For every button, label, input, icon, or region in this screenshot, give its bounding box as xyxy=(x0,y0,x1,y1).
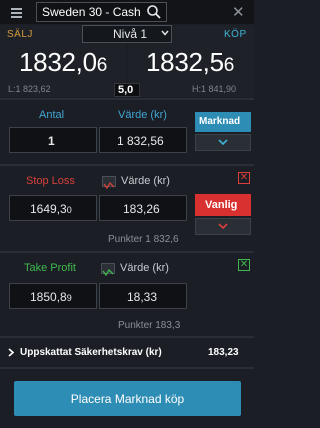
sell-price: 1832,06 xyxy=(19,47,108,77)
instrument-name: Sweden 30 - Cash xyxy=(42,5,141,19)
take-profit-points: Punkter 183,3 xyxy=(118,320,181,331)
order-type-label: Marknad xyxy=(199,116,241,127)
chevron-right-icon[interactable] xyxy=(8,348,14,357)
low-price: L:1 823,62 xyxy=(8,84,51,94)
take-profit-close-icon[interactable]: ✕ xyxy=(238,259,250,271)
value-input-value: 1 832,56 xyxy=(117,134,164,148)
hamburger-icon xyxy=(10,7,22,18)
wave-icon xyxy=(103,181,115,190)
stop-loss-level-value: 1649,30 xyxy=(30,202,72,216)
divider xyxy=(0,98,254,100)
menu-button[interactable] xyxy=(3,2,29,22)
spread-value: 5,0 xyxy=(118,84,134,96)
take-profit-toggle[interactable] xyxy=(101,263,115,277)
chevron-down-icon xyxy=(161,30,169,36)
stop-loss-value-input-value: 183,26 xyxy=(123,202,160,216)
quantity-label: Antal xyxy=(39,109,65,121)
divider xyxy=(0,164,254,166)
stop-loss-value-label: Värde (kr) xyxy=(121,175,170,187)
margin-summary-value: 183,23 xyxy=(208,347,239,358)
value-label: Värde (kr) xyxy=(118,109,167,121)
buy-label: KÖP xyxy=(224,29,247,40)
take-profit-level-value: 1850,89 xyxy=(30,290,72,304)
level-select-value: Nivå 1 xyxy=(113,27,148,41)
take-profit-label: Take Profit xyxy=(24,262,76,274)
stop-loss-toggle[interactable] xyxy=(102,176,116,190)
close-icon[interactable]: ✕ xyxy=(232,3,245,21)
search-icon[interactable] xyxy=(146,4,162,20)
sell-label: SÄLJ xyxy=(7,29,33,40)
stop-loss-points: Punkter 1 832,6 xyxy=(108,234,179,245)
chevron-down-icon xyxy=(218,223,228,230)
take-profit-value-label: Värde (kr) xyxy=(120,262,169,274)
buy-price: 1832,56 xyxy=(146,47,235,77)
stop-loss-label: Stop Loss xyxy=(26,175,75,187)
divider xyxy=(0,367,254,369)
quantity-input-value: 1 xyxy=(48,134,55,148)
take-profit-value-input-value: 18,33 xyxy=(127,290,158,304)
stop-type-label: Vanlig xyxy=(205,199,238,211)
wave-icon xyxy=(102,268,114,277)
chevron-down-icon xyxy=(218,139,228,146)
stop-loss-close-icon[interactable]: ✕ xyxy=(238,172,250,184)
margin-summary-label[interactable]: Uppskattat Säkerhetskrav (kr) xyxy=(20,347,162,358)
high-price: H:1 841,90 xyxy=(192,84,237,94)
divider xyxy=(0,336,254,338)
place-order-label: Placera Marknad köp xyxy=(70,392,185,406)
divider xyxy=(0,251,254,253)
